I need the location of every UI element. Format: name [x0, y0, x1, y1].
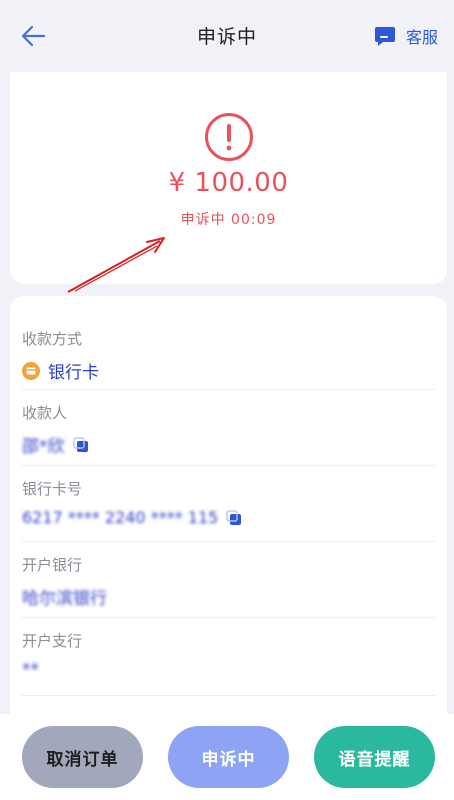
- customer-service-button[interactable]: 客服: [374, 24, 438, 48]
- payee-name: 邵*欣: [22, 437, 65, 457]
- payment-method-value: 银行卡: [22, 358, 99, 383]
- voice-reminder-button[interactable]: 语音提醒: [314, 726, 435, 788]
- bank-name-value: 哈尔滨银行: [22, 584, 107, 609]
- payment-method-text: 银行卡: [48, 363, 99, 383]
- bank-name-row: 开户银行 哈尔滨银行: [22, 542, 435, 618]
- bank-card-icon: [22, 361, 40, 380]
- bank-name-label: 开户银行: [22, 556, 83, 574]
- copy-icon[interactable]: [72, 436, 89, 453]
- payment-method-row: 收款方式 银行卡: [22, 314, 435, 390]
- order-status-card: ¥ 100.00 申诉中 00:09: [10, 72, 447, 284]
- payee-value: 邵*欣: [22, 432, 89, 457]
- card-number-text: 6217 **** 2240 **** 115: [22, 508, 219, 527]
- chat-icon: [374, 27, 395, 46]
- cancel-order-button[interactable]: 取消订单: [22, 726, 143, 788]
- payment-method-label: 收款方式: [22, 330, 83, 348]
- payee-label: 收款人: [22, 404, 68, 422]
- card-number-value: 6217 **** 2240 **** 115: [22, 508, 242, 527]
- bank-name-text: 哈尔滨银行: [22, 589, 107, 609]
- branch-text: **: [22, 660, 39, 680]
- branch-row: 开户支行 **: [22, 618, 435, 696]
- copy-icon[interactable]: [226, 509, 242, 526]
- payee-row: 收款人 邵*欣: [22, 390, 435, 466]
- appeal-button[interactable]: 申诉中: [168, 726, 289, 788]
- card-number-row: 银行卡号 6217 **** 2240 **** 115: [22, 466, 435, 542]
- order-amount: ¥ 100.00: [168, 168, 289, 198]
- branch-label: 开户支行: [22, 632, 83, 650]
- alert-icon: [205, 113, 253, 161]
- payment-info-card: 收款方式 银行卡 收款人 邵*欣 银行卡号 6217 **** 2240 ***…: [10, 296, 447, 726]
- appeal-status-timer: 申诉中 00:09: [180, 212, 277, 228]
- branch-value: **: [22, 660, 39, 680]
- top-bar: 申诉中 客服: [0, 0, 454, 72]
- action-bar: 取消订单 申诉中 语音提醒: [0, 714, 454, 800]
- customer-service-label: 客服: [405, 28, 438, 47]
- card-number-label: 银行卡号: [22, 480, 83, 498]
